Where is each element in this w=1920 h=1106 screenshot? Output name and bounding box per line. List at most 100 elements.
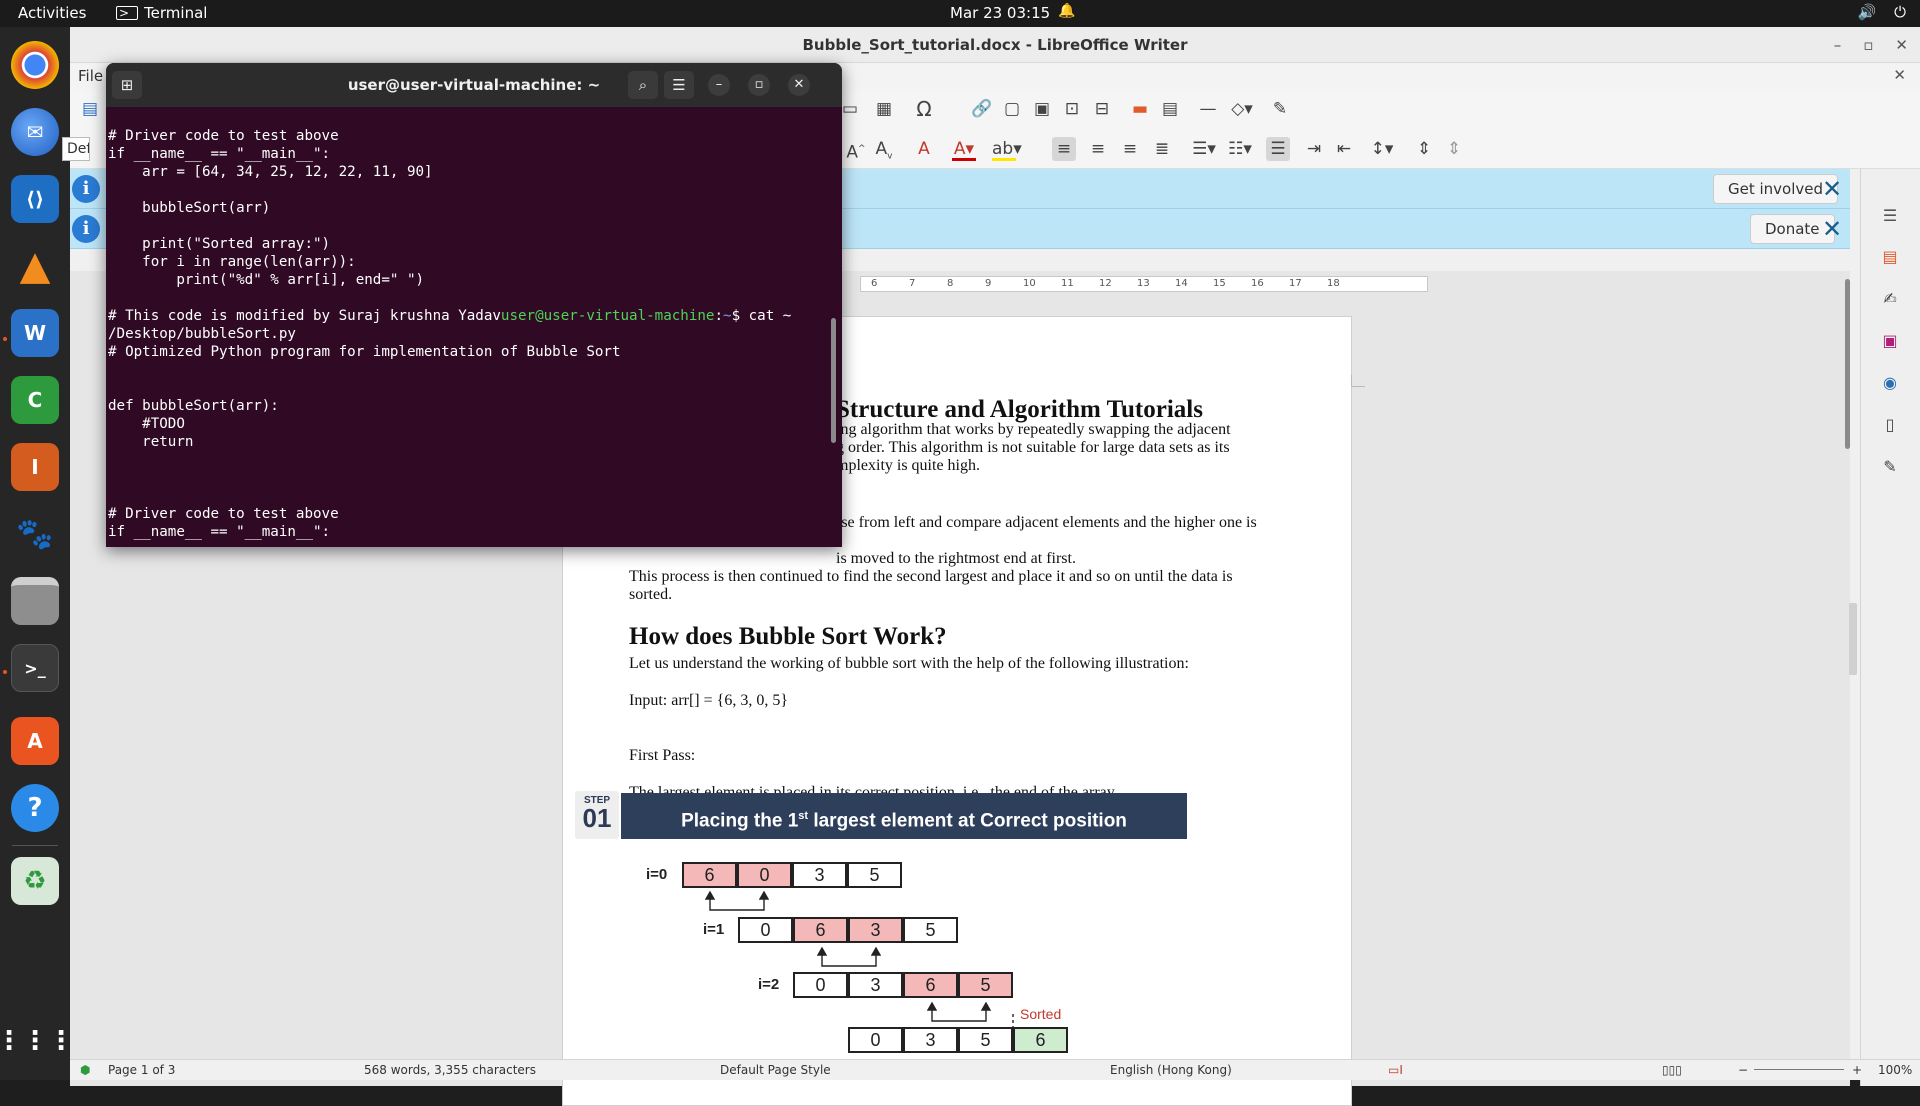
- maximize-icon[interactable]: ▫: [1863, 27, 1873, 63]
- ruler-tick-label: 13: [1137, 278, 1150, 289]
- align-right-icon[interactable]: ≡: [1118, 137, 1142, 161]
- close-icon[interactable]: ✕: [1895, 27, 1908, 63]
- terminal-scrollbar[interactable]: [831, 318, 836, 443]
- show-applications-icon[interactable]: ⋮⋮⋮: [0, 1017, 74, 1065]
- writer-icon[interactable]: W: [11, 309, 59, 357]
- bookmark-icon[interactable]: ⊡: [1060, 97, 1084, 121]
- language[interactable]: English (Hong Kong): [1110, 1063, 1232, 1077]
- close-document-icon[interactable]: ✕: [1893, 66, 1906, 84]
- new-document-icon[interactable]: ▤: [78, 97, 102, 121]
- zoom-slider[interactable]: [1754, 1069, 1844, 1070]
- terminal-output[interactable]: # Driver code to test above if __name__ =…: [108, 127, 828, 545]
- menu-icon[interactable]: ☰: [664, 71, 694, 99]
- outline-list-icon[interactable]: ☰: [1266, 137, 1290, 161]
- special-character-icon[interactable]: Ω: [912, 97, 936, 121]
- terminal-window[interactable]: ⊞ user@user-virtual-machine: ~ ⌕ ☰ – ▫ ✕…: [106, 63, 842, 547]
- endnote-icon[interactable]: ▣: [1030, 97, 1054, 121]
- zoom-in-icon[interactable]: +: [1852, 1063, 1862, 1077]
- sidebar-collapse-handle[interactable]: [1849, 603, 1857, 675]
- info-icon: i: [72, 175, 100, 203]
- track-changes-icon[interactable]: ▤: [1158, 97, 1182, 121]
- gallery-icon[interactable]: ▣: [1879, 331, 1901, 353]
- bullet-list-icon[interactable]: ☰▾: [1192, 137, 1216, 161]
- paragraph-spacing-decrease-icon[interactable]: ⇕: [1442, 137, 1466, 161]
- decrease-indent-icon[interactable]: ⇤: [1332, 137, 1356, 161]
- align-left-icon[interactable]: ≡: [1052, 137, 1076, 161]
- increase-indent-icon[interactable]: ⇥: [1302, 137, 1326, 161]
- zoom-level[interactable]: 100%: [1878, 1063, 1912, 1077]
- line-spacing-icon[interactable]: ↕▾: [1370, 137, 1394, 161]
- terminal-line: # Optimized Python program for implement…: [108, 343, 828, 361]
- maximize-icon[interactable]: ▫: [748, 74, 770, 96]
- numbered-list-icon[interactable]: ☷▾: [1228, 137, 1252, 161]
- search-icon[interactable]: ⌕: [628, 71, 658, 99]
- thunderbird-icon[interactable]: ✉: [11, 108, 59, 156]
- ubuntu-software-icon[interactable]: A: [11, 717, 59, 765]
- writer-titlebar: Bubble_Sort_tutorial.docx - LibreOffice …: [70, 27, 1920, 63]
- clock[interactable]: Mar 23 03:15: [950, 4, 1050, 22]
- terminal-title: user@user-virtual-machine: ~: [347, 76, 601, 94]
- font-color-icon[interactable]: A▾: [952, 137, 976, 161]
- minimize-icon[interactable]: –: [1834, 27, 1842, 63]
- infobar-close-icon[interactable]: ✕: [1822, 215, 1842, 243]
- hyperlink-icon[interactable]: 🔗: [970, 97, 994, 121]
- footnote-icon[interactable]: ▢: [1000, 97, 1024, 121]
- chrome-icon[interactable]: [11, 41, 59, 89]
- trash-icon[interactable]: ♻: [11, 857, 59, 905]
- array-cell: 6: [903, 972, 958, 998]
- paragraph-spacing-icon[interactable]: ⇕: [1412, 137, 1436, 161]
- line-icon[interactable]: —: [1196, 97, 1220, 121]
- vertical-scrollbar[interactable]: [1845, 279, 1850, 449]
- sidebar-menu-icon[interactable]: ☰: [1879, 206, 1901, 228]
- minimize-icon[interactable]: –: [708, 74, 730, 96]
- system-tray[interactable]: 🔊 ⏻: [1857, 3, 1906, 21]
- navigator-icon[interactable]: ◉: [1879, 373, 1901, 395]
- cross-reference-icon[interactable]: ⊟: [1090, 97, 1114, 121]
- help-icon[interactable]: ?: [11, 784, 59, 832]
- properties-icon[interactable]: ▤: [1879, 247, 1901, 269]
- clear-formatting-icon[interactable]: A: [912, 137, 936, 161]
- terminal-line: #TODO: [108, 415, 828, 433]
- paragraph-style-box[interactable]: Def: [62, 137, 90, 161]
- increase-font-icon[interactable]: A^: [844, 137, 868, 163]
- calc-icon[interactable]: C: [11, 376, 59, 424]
- insert-table-icon[interactable]: ▦: [872, 97, 896, 121]
- comment-icon[interactable]: ▬: [1128, 97, 1152, 121]
- impress-icon[interactable]: I: [11, 443, 59, 491]
- highlight-icon[interactable]: ab▾: [992, 137, 1022, 161]
- styles-icon[interactable]: ✍: [1879, 289, 1901, 311]
- decrease-font-icon[interactable]: Av: [872, 137, 896, 161]
- app-menu[interactable]: >_ Terminal: [116, 4, 207, 22]
- vlc-icon[interactable]: ▲: [11, 242, 59, 290]
- shapes-icon[interactable]: ◇▾: [1230, 97, 1254, 121]
- terminal-line-text: # Driver code to test above: [108, 128, 339, 144]
- page-count[interactable]: Page 1 of 3: [108, 1063, 175, 1077]
- status-bar: ⬢ Page 1 of 3 568 words, 3,355 character…: [70, 1059, 1920, 1080]
- view-layout-icon[interactable]: ▯▯▯: [1662, 1063, 1682, 1077]
- menu-file[interactable]: File: [78, 67, 103, 85]
- close-icon[interactable]: ✕: [788, 74, 810, 96]
- justify-icon[interactable]: ≣: [1150, 137, 1174, 161]
- array-cell: 3: [903, 1027, 958, 1053]
- doc-heading-1: Structure and Algorithm Tutorials: [836, 396, 1203, 423]
- vscode-icon[interactable]: ⟨⟩: [11, 175, 59, 223]
- activities-button[interactable]: Activities: [18, 4, 86, 22]
- align-center-icon[interactable]: ≡: [1086, 137, 1110, 161]
- files-icon[interactable]: [11, 577, 59, 625]
- gimp-icon[interactable]: 🐾: [11, 510, 59, 558]
- row-label: i=2: [758, 976, 780, 993]
- volume-icon[interactable]: 🔊: [1857, 3, 1876, 21]
- page-icon[interactable]: ▯: [1879, 415, 1901, 437]
- infobar-close-icon[interactable]: ✕: [1822, 175, 1842, 203]
- get-involved-button[interactable]: Get involved: [1713, 174, 1839, 204]
- zoom-out-icon[interactable]: −: [1738, 1063, 1748, 1077]
- power-icon[interactable]: ⏻: [1894, 3, 1906, 21]
- draw-icon[interactable]: ✎: [1268, 97, 1292, 121]
- horizontal-ruler[interactable]: 6 7 8 9 10 11 12 13 14 15 16 17 18: [860, 276, 1428, 292]
- manage-changes-icon[interactable]: ✎: [1879, 457, 1901, 479]
- ruler-tick-label: 9: [985, 278, 992, 289]
- page-style[interactable]: Default Page Style: [720, 1063, 831, 1077]
- word-count[interactable]: 568 words, 3,355 characters: [364, 1063, 536, 1077]
- terminal-app-icon[interactable]: >_: [11, 644, 59, 692]
